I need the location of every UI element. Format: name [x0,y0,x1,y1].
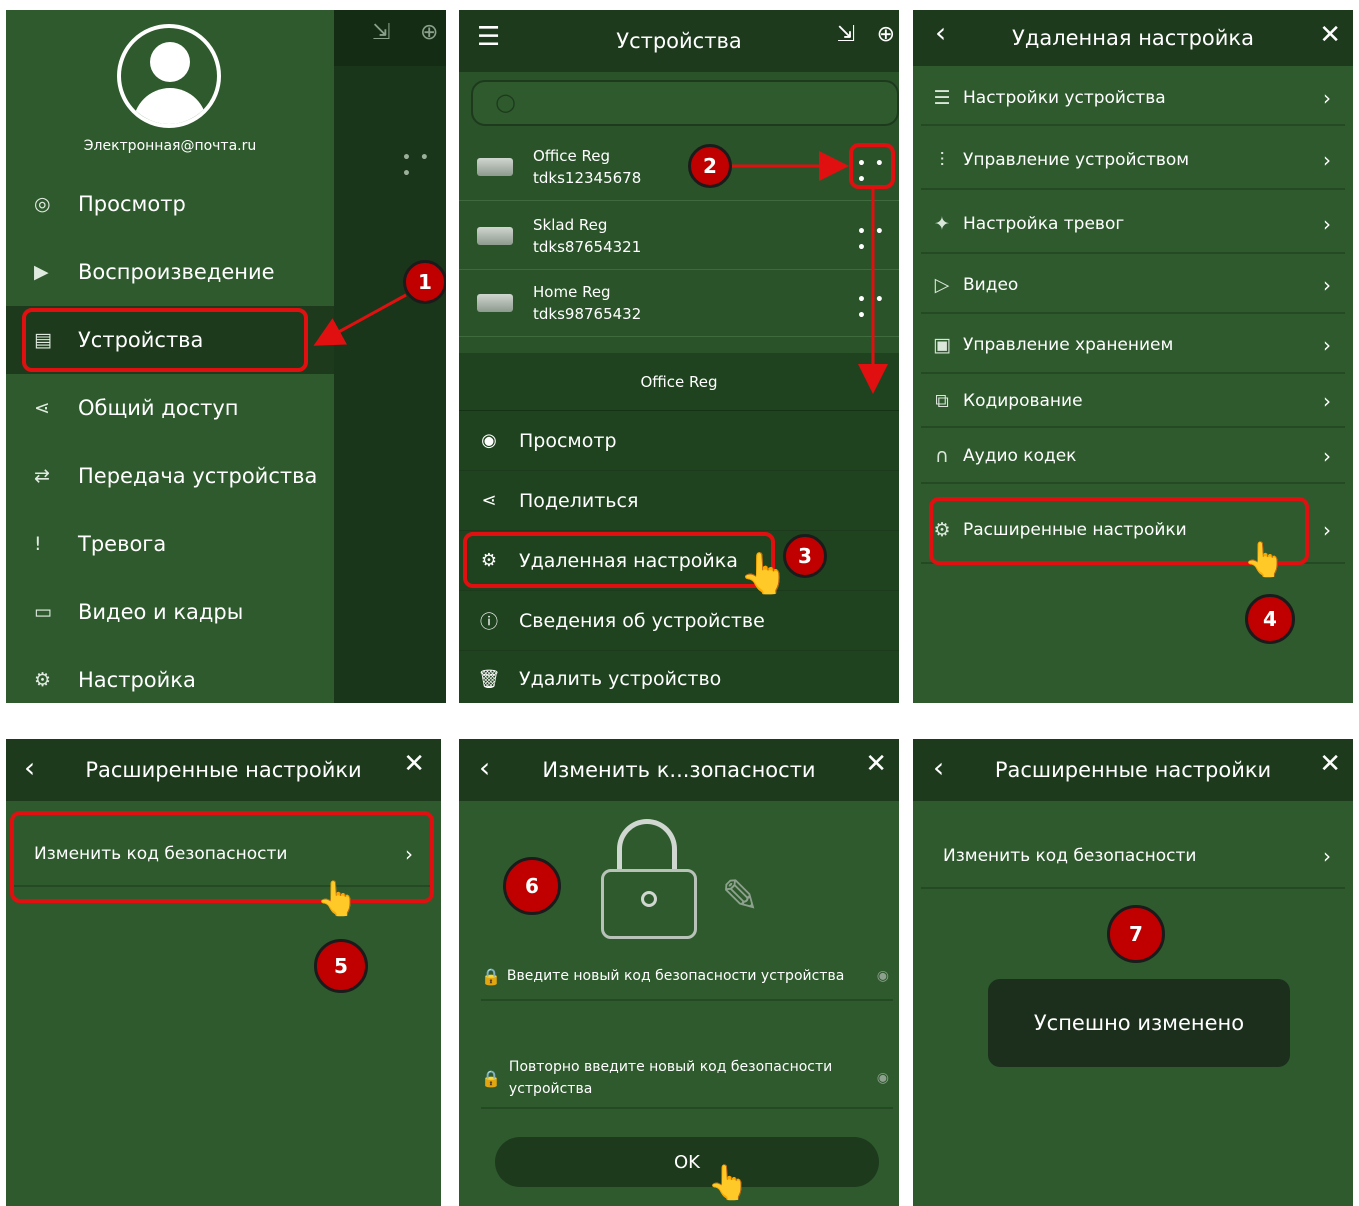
lock-icon: 🔒 [481,1068,501,1088]
pencil-icon: ✎ [721,869,760,923]
page-title: Удаленная настройка [1012,26,1254,50]
highlight-change-code [10,811,434,903]
panel-side-menu: ⇲ ⊕ • • • Электронная@почта.ru ◎ Просмотр… [6,10,446,703]
close-icon[interactable]: ✕ [403,749,425,779]
panel-success: ‹ Расширенные настройки ✕ Изменить код б… [913,739,1353,1206]
close-icon[interactable]: ✕ [1319,749,1341,779]
settings-item-encoding[interactable]: ⧉ Кодирование › [921,376,1345,428]
settings-item-alarm-config[interactable]: ✦ Настройка тревог › [921,196,1345,254]
back-icon[interactable]: ‹ [935,16,946,49]
settings-item-label: Настройки устройства [963,88,1166,108]
panel-remote-config: ‹ Удаленная настройка ✕ ☰ Настройки устро… [913,10,1353,703]
arrow-2 [731,151,888,394]
chevron-right-icon: › [1323,148,1331,172]
pointer-hand-icon: 👆 [1243,540,1286,580]
code-icon: ⧉ [935,390,949,412]
pointer-hand-icon: 👆 [316,879,359,919]
step-badge-6: 6 [503,857,561,915]
unlock-icon [601,819,697,939]
step-badge-4: 4 [1245,594,1295,644]
chevron-right-icon: › [1323,844,1331,868]
new-code-placeholder: Введите новый код безопасности устройств… [506,968,845,984]
settings-item-device-management[interactable]: ⫶ Управление устройством › [921,132,1345,190]
lock-keyhole [641,891,657,907]
page-title: Изменить к...зопасности [542,758,816,782]
pointer-hand-icon: 👆 [707,1163,750,1203]
ok-label: OK [674,1151,700,1173]
video-icon: ▷ [934,274,950,296]
chevron-right-icon: › [1323,273,1331,297]
chevron-right-icon: › [1323,212,1331,236]
pointer-hand-icon: 👆 [739,551,789,597]
eye-toggle-icon[interactable]: ◉ [877,1070,889,1086]
arrow-1 [313,293,407,346]
step-badge-7: 7 [1107,905,1165,963]
close-icon[interactable]: ✕ [1319,20,1341,50]
sliders-icon: ⫶ [939,149,945,171]
ok-button[interactable]: OK [495,1137,879,1187]
new-code-field[interactable]: 🔒 Введите новый код безопасности устройс… [481,953,893,1001]
settings-item-label: Управление хранением [963,335,1174,355]
panel-change-code: ‹ Изменить к...зопасности ✕ ✎ 6 🔒 Введит… [459,739,899,1206]
step-badge-3: 3 [783,534,827,578]
back-icon[interactable]: ‹ [24,751,35,784]
running-man-icon: ✦ [934,213,950,235]
settings-item-label: Аудио кодек [963,446,1077,466]
chevron-right-icon: › [1323,86,1331,110]
lock-icon: 🔒 [481,966,501,986]
settings-item-audio-codec[interactable]: ∩ Аудио кодек › [921,430,1345,484]
settings-item-label: Видео [963,275,1019,295]
settings-item-device-settings[interactable]: ☰ Настройки устройства › [921,72,1345,126]
step-badge-1: 1 [403,260,446,304]
step-badge-5: 5 [314,939,368,993]
eye-toggle-icon[interactable]: ◉ [877,968,889,984]
settings-item-change-security-code[interactable]: Изменить код безопасности › [921,825,1345,889]
step-badge-2: 2 [688,144,732,188]
settings-item-storage[interactable]: ▣ Управление хранением › [921,318,1345,374]
repeat-code-field[interactable]: 🔒 Повторно введите новый код безопасност… [481,1049,893,1109]
header: ‹ Расширенные настройки ✕ [6,739,441,801]
settings-item-label: Настройка тревог [963,214,1125,234]
back-icon[interactable]: ‹ [479,751,490,784]
page-title: Расширенные настройки [994,758,1272,782]
headphones-icon: ∩ [935,445,949,467]
success-toast: Успешно изменено [988,979,1290,1067]
list-icon: ☰ [933,87,951,109]
settings-item-label: Управление устройством [963,150,1190,170]
back-icon[interactable]: ‹ [933,751,944,784]
panel-advanced-settings: ‹ Расширенные настройки ✕ Изменить код б… [6,739,441,1206]
chevron-right-icon: › [1323,389,1331,413]
settings-item-label: Изменить код безопасности [943,846,1197,866]
page-title: Расширенные настройки [85,758,362,782]
settings-item-label: Кодирование [963,391,1083,411]
header: ‹ Удаленная настройка ✕ [913,10,1353,66]
hdd-icon: ▣ [933,334,951,356]
close-icon[interactable]: ✕ [865,749,887,779]
chevron-right-icon: › [1323,333,1331,357]
header: ‹ Изменить к...зопасности ✕ [459,739,899,801]
panel-devices: ☰ Устройства ⇲ ⊕ ○ Office Reg tdks1234567… [459,10,899,703]
header: ‹ Расширенные настройки ✕ [913,739,1353,801]
chevron-right-icon: › [1323,518,1331,542]
settings-item-video[interactable]: ▷ Видео › [921,258,1345,314]
toast-text: Успешно изменено [1033,1011,1245,1035]
repeat-code-placeholder: Повторно введите новый код безопасности … [508,1059,833,1097]
chevron-right-icon: › [1323,444,1331,468]
